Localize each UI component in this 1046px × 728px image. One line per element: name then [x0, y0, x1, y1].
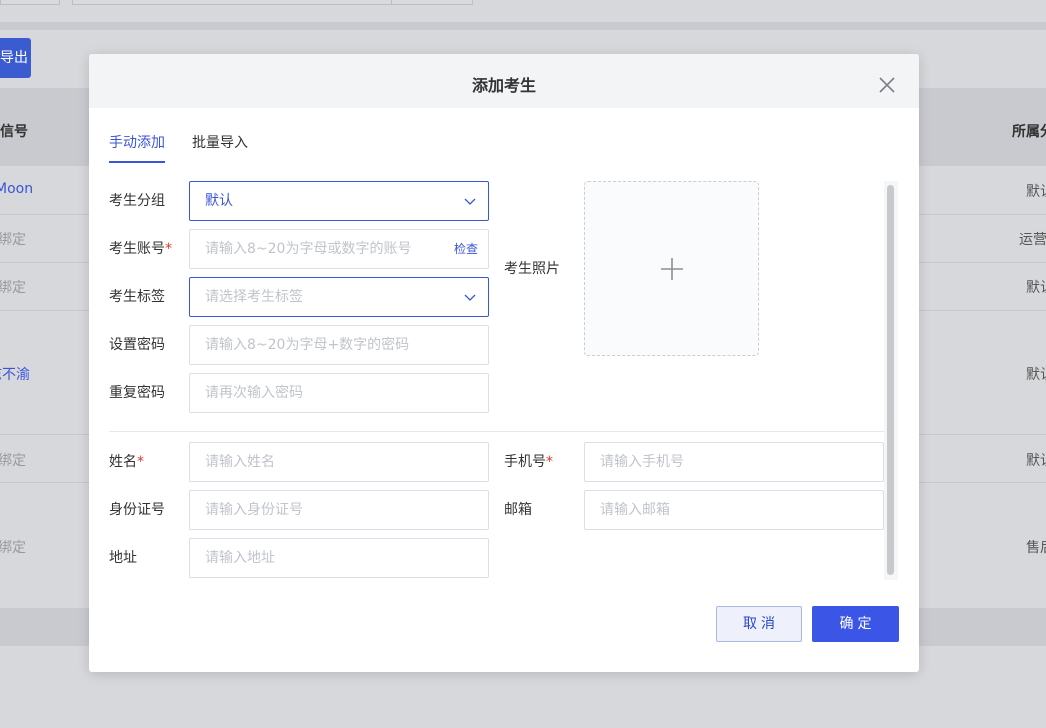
id-card-input[interactable]: 请输入身份证号 — [189, 490, 489, 530]
repeat-password-input-placeholder: 请再次输入密码 — [205, 385, 303, 401]
background-cell-wechat: 志不渝 — [0, 367, 30, 383]
background-cell-wechat: Moon — [0, 181, 34, 197]
repeat-password-input[interactable]: 请再次输入密码 — [189, 373, 489, 413]
dialog-title: 添加考生 — [471, 76, 536, 95]
check-account-link[interactable]: 检查 — [454, 230, 478, 268]
section-divider — [109, 431, 885, 432]
scrollbar-thumb[interactable] — [887, 185, 894, 575]
background-cell-wechat: 未绑定 — [0, 540, 26, 556]
group-select-value: 默认 — [205, 193, 233, 209]
id-card-label: 身份证号 — [109, 502, 165, 518]
close-icon[interactable] — [877, 75, 897, 95]
group-label: 考生分组 — [109, 193, 165, 209]
email-input[interactable]: 请输入邮箱 — [584, 490, 884, 530]
address-input[interactable]: 请输入地址 — [189, 538, 489, 578]
password-label: 设置密码 — [109, 337, 165, 353]
chevron-down-icon — [464, 198, 476, 205]
password-input[interactable]: 请输入8~20为字母+数字的密码 — [189, 325, 489, 365]
name-input-placeholder: 请输入姓名 — [205, 454, 275, 470]
dialog-header: 添加考生 — [89, 54, 919, 108]
background-cell-wechat: 未绑定 — [0, 453, 26, 469]
repeat-password-label: 重复密码 — [109, 385, 165, 401]
background-toolbar — [0, 0, 1046, 22]
tags-label: 考生标签 — [109, 289, 165, 305]
background-header-group: 所属分 — [1012, 124, 1046, 140]
account-label-text: 考生账号 — [109, 241, 165, 257]
confirm-button[interactable]: 确定 — [812, 606, 899, 642]
tags-select[interactable]: 请选择考生标签 — [189, 277, 489, 317]
add-examinee-dialog: 添加考生 手动添加 批量导入 考生分组 默认 考生账号* 请输入8~20为字母或… — [89, 54, 919, 672]
background-header-wechat: 微信号 — [0, 124, 28, 140]
group-select[interactable]: 默认 — [189, 181, 489, 221]
tags-select-placeholder: 请选择考生标签 — [205, 289, 303, 305]
background-filter-select — [0, 0, 60, 5]
background-export-button: 导出 — [0, 38, 31, 78]
cancel-button[interactable]: 取消 — [716, 606, 802, 642]
background-cell-group: 售后 — [1026, 540, 1046, 556]
required-mark: * — [165, 241, 172, 257]
phone-label: 手机号* — [504, 452, 553, 472]
account-label: 考生账号* — [109, 239, 172, 259]
email-input-placeholder: 请输入邮箱 — [600, 502, 670, 518]
background-cell-wechat: 未绑定 — [0, 232, 26, 248]
account-input-placeholder: 请输入8~20为字母或数字的账号 — [205, 241, 412, 257]
photo-label: 考生照片 — [504, 261, 560, 277]
required-mark: * — [546, 454, 553, 470]
photo-upload-box[interactable] — [584, 181, 759, 356]
address-input-placeholder: 请输入地址 — [205, 550, 275, 566]
background-cell-group: 默认 — [1026, 280, 1046, 296]
background-cell-wechat: 未绑定 — [0, 280, 26, 296]
tab-manual-add[interactable]: 手动添加 — [109, 132, 165, 154]
form-scrollbar[interactable] — [884, 181, 898, 580]
email-label: 邮箱 — [504, 502, 532, 518]
background-search-button — [391, 0, 473, 5]
id-card-input-placeholder: 请输入身份证号 — [205, 502, 303, 518]
plus-icon — [661, 258, 683, 280]
name-input[interactable]: 请输入姓名 — [189, 442, 489, 482]
tab-batch-import[interactable]: 批量导入 — [192, 132, 248, 154]
phone-input[interactable]: 请输入手机号 — [584, 442, 884, 482]
chevron-down-icon — [464, 294, 476, 301]
background-divider — [0, 22, 1046, 30]
background-cell-group: 运营 — [1019, 232, 1046, 248]
address-label: 地址 — [109, 550, 137, 566]
name-label: 姓名* — [109, 452, 144, 472]
background-cell-group: 默认 — [1026, 367, 1046, 383]
background-cell-group: 默认 — [1026, 184, 1046, 200]
name-label-text: 姓名 — [109, 454, 137, 470]
required-mark: * — [137, 454, 144, 470]
account-input[interactable]: 请输入8~20为字母或数字的账号 检查 — [189, 229, 489, 269]
password-input-placeholder: 请输入8~20为字母+数字的密码 — [205, 337, 410, 353]
active-tab-indicator — [109, 161, 165, 163]
phone-label-text: 手机号 — [504, 454, 546, 470]
background-search-input — [72, 0, 392, 5]
background-cell-group: 默认 — [1026, 453, 1046, 469]
phone-input-placeholder: 请输入手机号 — [600, 454, 684, 470]
